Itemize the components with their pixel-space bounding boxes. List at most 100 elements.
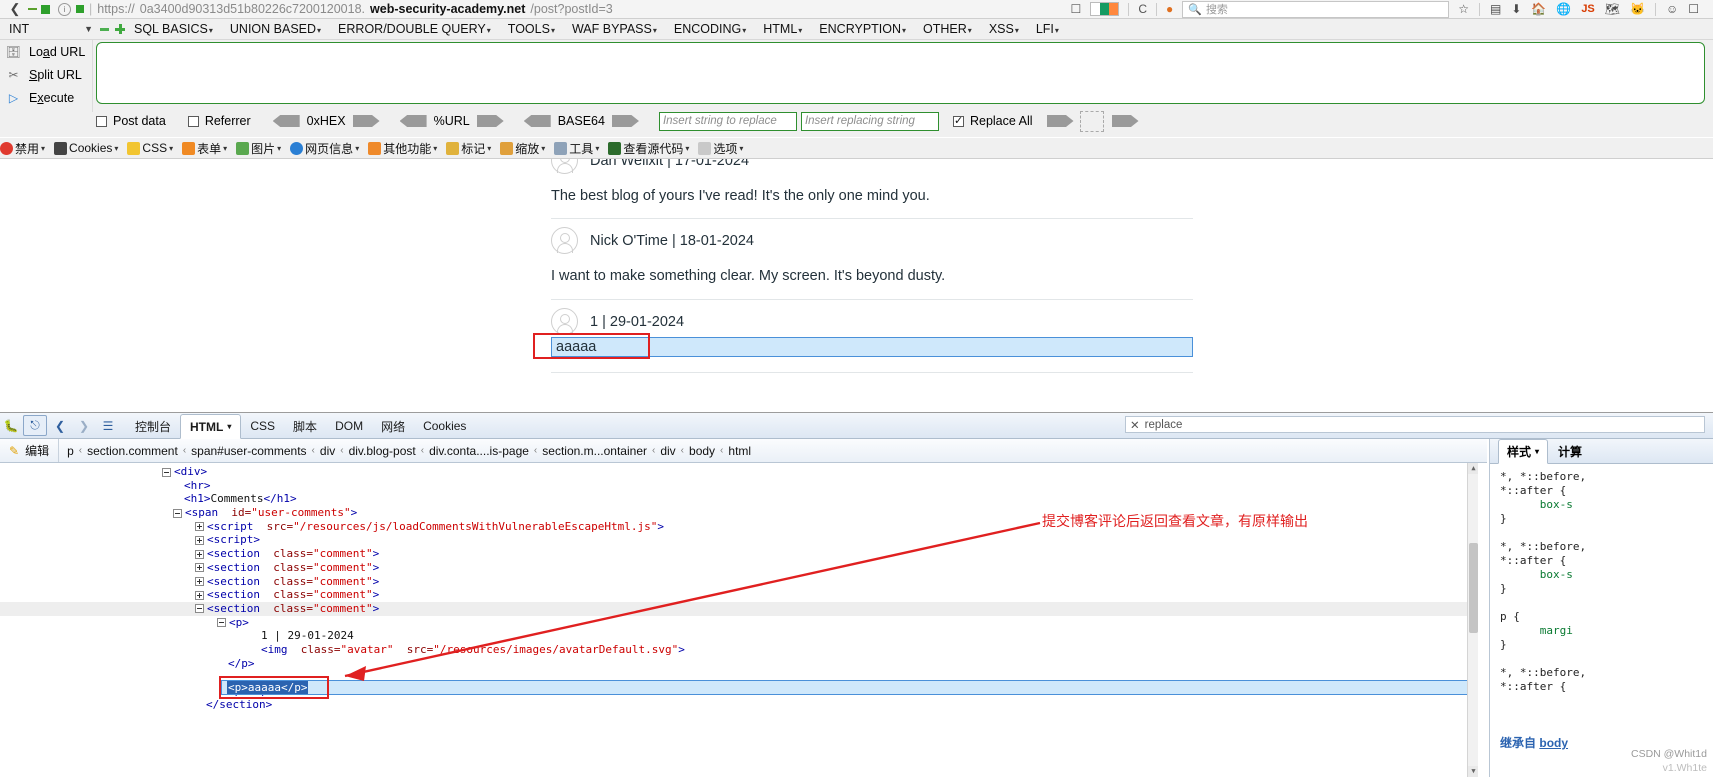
style-tab-样式[interactable]: 样式 ▾ <box>1498 439 1549 464</box>
webdev-item-cookies[interactable]: Cookies ▾ <box>54 141 118 155</box>
html-tree-line[interactable]: <section class="comment"> <box>0 575 1478 589</box>
html-tree-line[interactable]: </p> <box>0 657 1478 671</box>
console-detach-icon[interactable]: ☰ <box>97 416 119 435</box>
html-tree-line[interactable]: </section> <box>0 698 1478 712</box>
referrer-checkbox[interactable]: Referrer <box>187 114 251 128</box>
load-url-button[interactable]: 🗄 Load URL <box>0 40 92 63</box>
firebug-tab-网络[interactable]: 网络 <box>372 414 414 438</box>
base64-decode-arrow-icon[interactable] <box>523 115 551 127</box>
expand-icon[interactable] <box>195 535 204 545</box>
sql-menu-encoding[interactable]: ENCODING▾ <box>674 22 746 36</box>
firebug-logo-icon[interactable]: 🐛 <box>0 419 22 433</box>
firebug-edit-button[interactable]: ✎ 编辑 <box>0 439 60 462</box>
html-tree-line[interactable]: <p> <box>0 616 1478 630</box>
html-tree-line[interactable]: <section class="comment"> <box>0 547 1478 561</box>
css-line[interactable]: *::after { <box>1500 484 1713 498</box>
hex-encode-arrow-icon[interactable] <box>352 115 380 127</box>
css-line[interactable] <box>1500 526 1713 540</box>
firebug-tab-控制台[interactable]: 控制台 <box>126 414 180 438</box>
css-line[interactable]: *, *::before, <box>1500 470 1713 484</box>
js-icon[interactable]: JS <box>1581 3 1594 15</box>
webdev-item-disable[interactable]: 禁用 ▾ <box>0 140 45 157</box>
webdev-item-resize[interactable]: 缩放 ▾ <box>500 140 545 157</box>
html-tree-line[interactable]: 1 | 29-01-2024 <box>0 629 1478 643</box>
css-line[interactable]: *::after { <box>1500 554 1713 568</box>
scroll-down-icon[interactable]: ▼ <box>1468 766 1478 777</box>
breadcrumb-item[interactable]: html <box>728 444 751 458</box>
webdev-item-css[interactable]: CSS ▾ <box>127 141 173 155</box>
css-line[interactable]: box-s <box>1500 568 1713 582</box>
replace-apply-arrow-icon[interactable] <box>1046 115 1074 127</box>
next-arrow-icon[interactable]: ❯ <box>73 416 95 435</box>
breadcrumb-item[interactable]: p <box>67 444 74 458</box>
webdev-item-options[interactable]: 选项 ▾ <box>698 140 743 157</box>
execute-button[interactable]: ▷ Execute <box>0 86 92 109</box>
firebug-tab-CSS[interactable]: CSS <box>241 414 284 438</box>
css-line[interactable]: } <box>1500 582 1713 596</box>
breadcrumb-item[interactable]: div <box>320 444 335 458</box>
breadcrumb-item[interactable]: section.m...ontainer <box>542 444 647 458</box>
firebug-tab-DOM[interactable]: DOM <box>326 414 372 438</box>
injection-type-select[interactable]: INT ▼ <box>5 20 97 38</box>
html-tree-scrollbar[interactable]: ▲ ▼ <box>1467 463 1478 777</box>
collapse-icon[interactable] <box>162 467 171 477</box>
hackbar-url-textarea[interactable] <box>96 42 1705 104</box>
css-line[interactable]: p { <box>1500 610 1713 624</box>
webdev-item-tools[interactable]: 工具 ▾ <box>554 140 599 157</box>
css-line[interactable]: *::after { <box>1500 680 1713 694</box>
search-input[interactable]: 🔍 搜索 <box>1182 0 1450 18</box>
html-tree-line[interactable]: <img class="avatar" src="/resources/imag… <box>0 643 1478 657</box>
webdev-item-forms[interactable]: 表单 ▾ <box>182 140 227 157</box>
minus-icon[interactable] <box>100 27 109 31</box>
sql-menu-other[interactable]: OTHER▾ <box>923 22 972 36</box>
sql-menu-tools[interactable]: TOOLS▾ <box>508 22 555 36</box>
html-tree-line[interactable]: <section class="comment"> <box>0 601 1478 616</box>
firebug-tab-Cookies[interactable]: Cookies <box>414 414 475 438</box>
url-encode-arrow-icon[interactable] <box>476 115 504 127</box>
html-tree-line[interactable]: <hr> <box>0 479 1478 493</box>
cat-icon[interactable]: 🐱 <box>1630 2 1645 16</box>
extension-orange-icon[interactable]: ● <box>1166 2 1173 16</box>
sql-menu-xss[interactable]: XSS▾ <box>989 22 1019 36</box>
html-tree-line[interactable]: <script> <box>0 533 1478 547</box>
webdev-item-miscellaneous[interactable]: 其他功能 ▾ <box>368 140 437 157</box>
html-tree-line[interactable]: <section class="comment"> <box>0 588 1478 602</box>
expand-icon[interactable] <box>195 522 204 532</box>
globe-icon[interactable]: 🌐 <box>1556 2 1571 16</box>
sql-menu-waf-bypass[interactable]: WAF BYPASS▾ <box>572 22 657 36</box>
webdev-item-information[interactable]: 网页信息 ▾ <box>290 140 359 157</box>
style-tab-计算[interactable]: 计算 <box>1550 440 1590 463</box>
home-icon[interactable]: 🏠 <box>1531 2 1546 16</box>
address-bar[interactable]: i | https:// 0a3400d90313d51b80226c720012… <box>58 2 613 16</box>
css-line[interactable]: *, *::before, <box>1500 666 1713 680</box>
post-data-checkbox[interactable]: Post data <box>96 114 166 128</box>
breadcrumb-item[interactable]: div.conta....is-page <box>429 444 529 458</box>
firebug-tab-脚本[interactable]: 脚本 <box>284 414 326 438</box>
html-tree-line[interactable]: <h1>Comments</h1> <box>0 492 1478 506</box>
sql-menu-html[interactable]: HTML▾ <box>763 22 802 36</box>
breadcrumb-item[interactable]: div <box>660 444 675 458</box>
smiley-icon[interactable]: ☺ <box>1666 2 1678 16</box>
site-info-icon[interactable]: i <box>58 2 71 16</box>
css-line[interactable]: } <box>1500 638 1713 652</box>
css-line[interactable]: *, *::before, <box>1500 540 1713 554</box>
breadcrumb-item[interactable]: section.comment <box>87 444 178 458</box>
extra-arrow-icon[interactable] <box>1111 115 1139 127</box>
webdev-item-view-source[interactable]: 查看源代码 ▾ <box>608 140 689 157</box>
scrollbar-thumb[interactable] <box>1469 543 1478 633</box>
reader-icon[interactable]: ☐ <box>1071 2 1082 16</box>
webdev-item-images[interactable]: 图片 ▾ <box>236 140 281 157</box>
expand-icon[interactable] <box>195 577 204 586</box>
reload-icon[interactable]: C <box>1138 2 1147 16</box>
expand-icon[interactable] <box>195 590 204 600</box>
css-line[interactable]: } <box>1500 512 1713 526</box>
bookmark-star-icon[interactable]: ☆ <box>1458 2 1469 16</box>
firebug-search-input[interactable]: ✕ replace <box>1125 416 1705 433</box>
replace-all-checkbox[interactable]: Replace All <box>952 114 1033 128</box>
window-icon[interactable]: ☐ <box>1688 2 1699 16</box>
hex-decode-arrow-icon[interactable] <box>272 115 300 127</box>
proxy-icon[interactable]: 🗺 <box>1605 2 1620 16</box>
collapse-icon[interactable] <box>217 618 226 628</box>
plus-icon[interactable] <box>115 24 125 34</box>
collapse-icon[interactable] <box>173 508 182 518</box>
